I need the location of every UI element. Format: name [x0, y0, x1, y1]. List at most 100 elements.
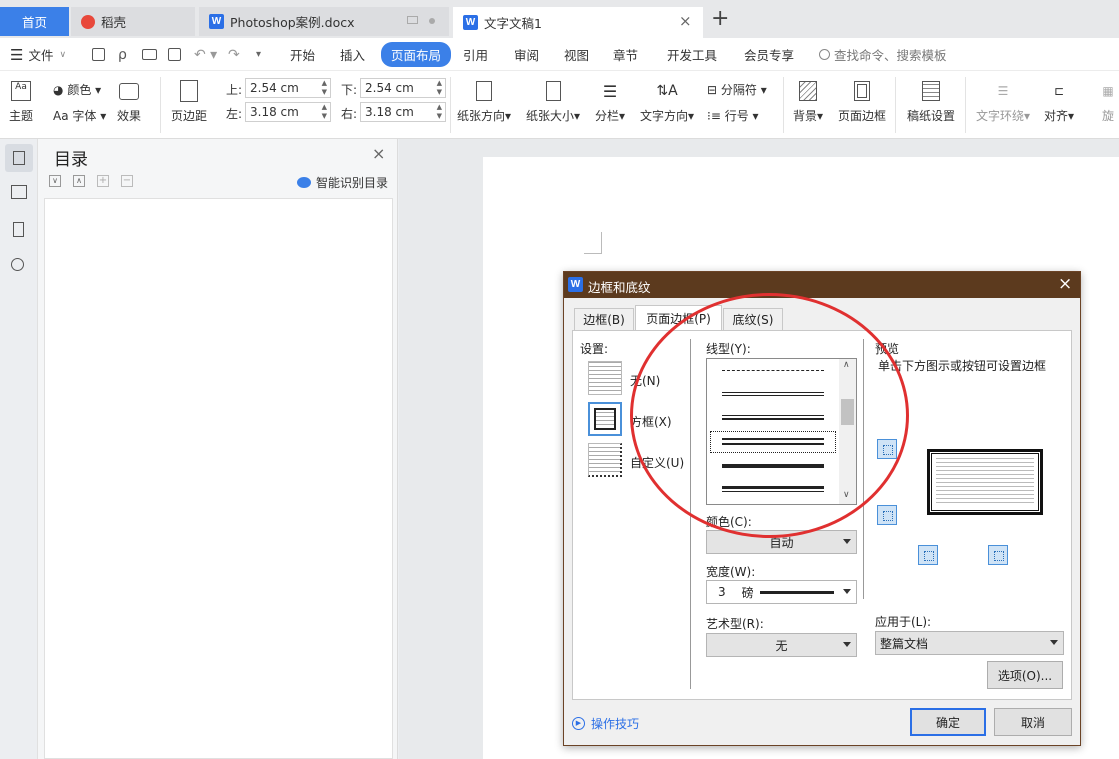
columns-icon: ☰: [602, 81, 618, 101]
print-icon[interactable]: [142, 38, 157, 71]
redo-icon[interactable]: ↷: [228, 38, 240, 71]
bottom-margin-input[interactable]: 2.54 cm ▲ ▼: [360, 78, 446, 98]
close-icon[interactable]: ×: [1058, 274, 1072, 294]
remove-level-icon[interactable]: −: [121, 175, 133, 187]
setting-none-icon[interactable]: [588, 361, 622, 395]
tab-photoshop-doc[interactable]: W Photoshop案例.docx: [199, 7, 449, 36]
width-label: 宽度(W):: [706, 565, 756, 579]
preview-page[interactable]: [927, 449, 1043, 515]
setting-box-icon[interactable]: [588, 402, 622, 436]
menu-item-label: 章节: [613, 48, 639, 63]
tab-doc-active[interactable]: W 文字文稿1 ×: [453, 7, 703, 38]
border-left-button[interactable]: [918, 545, 938, 565]
border-right-button[interactable]: [988, 545, 1008, 565]
page-border-label: 页面边框: [838, 109, 887, 123]
tab-daoke-label: 稻壳: [101, 15, 127, 30]
collapse-icon[interactable]: ∧: [73, 175, 85, 187]
menu-item[interactable]: 开发工具: [667, 38, 717, 71]
dropdown-arrow-icon: [1050, 640, 1058, 645]
theme-button[interactable]: Aa 主题: [9, 79, 33, 124]
spinner-arrows-icon[interactable]: ▲ ▼: [437, 79, 442, 97]
close-icon[interactable]: ×: [679, 12, 692, 30]
file-menu[interactable]: ☰ 文件 ∨: [10, 38, 66, 71]
hamburger-icon: ☰: [10, 45, 24, 64]
tab-doc-active-label: 文字文稿1: [484, 16, 542, 31]
smart-toc-button[interactable]: 智能识别目录: [297, 174, 388, 191]
dialog-titlebar: W 边框和底纹 ×: [564, 272, 1080, 298]
grid-paper-button[interactable]: 稿纸设置: [907, 79, 955, 124]
columns-button[interactable]: ☰ 分栏▾: [595, 79, 625, 124]
menu-item[interactable]: 审阅: [514, 38, 539, 71]
separator-button[interactable]: ⊟ 分隔符 ▾: [707, 81, 767, 98]
menu-item[interactable]: 开始: [290, 38, 315, 71]
undo-icon[interactable]: ↶ ▾: [194, 38, 217, 71]
spinner-arrows-icon[interactable]: ▲ ▼: [322, 79, 327, 97]
apply-select[interactable]: 整篇文档: [875, 631, 1064, 655]
ok-button[interactable]: 确定: [910, 708, 986, 736]
tab-bar: 首页 稻壳 W Photoshop案例.docx W 文字文稿1 × +: [0, 0, 1119, 38]
tab-home[interactable]: 首页: [0, 7, 69, 36]
bookmark-icon[interactable]: [13, 222, 24, 237]
color-button[interactable]: ◕ 颜色 ▾: [53, 81, 101, 98]
background-button[interactable]: 背景▾: [793, 79, 823, 124]
tab-borders[interactable]: 边框(B): [574, 308, 634, 330]
effect-button[interactable]: 效果: [117, 79, 141, 124]
options-button[interactable]: 选项(O)...: [987, 661, 1063, 689]
menu-item-active[interactable]: 页面布局: [381, 38, 452, 71]
columns-label: 分栏: [595, 109, 620, 123]
spinner-arrows-icon[interactable]: ▲ ▼: [322, 103, 327, 121]
cancel-button[interactable]: 取消: [994, 708, 1072, 736]
line-number-label: 行号: [724, 109, 749, 123]
search-label: 查找命令、搜索模板: [834, 48, 947, 63]
border-bottom-button[interactable]: [877, 505, 897, 525]
separator-label: 分隔符: [720, 83, 757, 97]
daoke-icon: [81, 14, 95, 29]
page-border-button[interactable]: 页面边框: [838, 79, 886, 124]
margin-button[interactable]: 页边距: [171, 79, 207, 124]
text-direction-button[interactable]: ⇅A 文字方向▾: [640, 79, 694, 124]
outline-icon[interactable]: [11, 185, 27, 199]
menu-item-label: 页面布局: [381, 42, 452, 67]
line-number-button[interactable]: ⁝≡ 行号 ▾: [707, 107, 759, 124]
search-box[interactable]: 查找命令、搜索模板: [819, 38, 947, 71]
setting-custom-icon[interactable]: [588, 443, 622, 477]
paper-size-button[interactable]: 纸张大小▾: [526, 79, 580, 124]
print-preview-icon[interactable]: [168, 38, 181, 71]
width-select[interactable]: 3 磅: [706, 580, 857, 604]
menu-item[interactable]: 插入: [340, 38, 365, 71]
width-value: 3: [718, 585, 726, 599]
art-select[interactable]: 无: [706, 633, 857, 657]
menu-item-label: 视图: [564, 48, 590, 63]
top-margin-input[interactable]: 2.54 cm ▲ ▼: [245, 78, 331, 98]
left-margin-input[interactable]: 3.18 cm ▲ ▼: [245, 102, 331, 122]
close-icon[interactable]: ×: [372, 144, 385, 163]
tips-link[interactable]: ▶ 操作技巧: [572, 715, 639, 732]
right-margin-input[interactable]: 3.18 cm ▲ ▼: [360, 102, 446, 122]
expand-icon[interactable]: ∨: [49, 175, 61, 187]
search-icon[interactable]: [11, 258, 24, 271]
dialog-title: 边框和底纹: [588, 280, 651, 295]
align-button[interactable]: ⊏ 对齐▾: [1044, 79, 1074, 124]
cancel-label: 取消: [1020, 715, 1045, 730]
text-wrap-label: 文字环绕: [976, 109, 1025, 123]
orientation-button[interactable]: 纸张方向▾: [457, 79, 511, 124]
menu-item[interactable]: 章节: [613, 38, 638, 71]
more-icon[interactable]: ▾: [256, 38, 261, 71]
tab-daoke[interactable]: 稻壳: [71, 7, 195, 36]
format-painter-icon[interactable]: ⍴: [118, 38, 127, 71]
add-level-icon[interactable]: +: [97, 175, 109, 187]
toc-icon[interactable]: [5, 144, 33, 172]
menu-item[interactable]: 会员专享: [744, 38, 794, 71]
orientation-label: 纸张方向: [457, 109, 506, 123]
menu-item[interactable]: 引用: [463, 38, 488, 71]
new-tab-button[interactable]: +: [711, 6, 729, 31]
menu-item[interactable]: 视图: [564, 38, 589, 71]
menu-item-label: 开始: [290, 48, 316, 63]
font-button[interactable]: Aa 字体 ▾: [53, 107, 106, 124]
toc-panel: 目录 × ∨ ∧ + − 智能识别目录: [38, 139, 398, 759]
width-unit: 磅: [741, 585, 754, 600]
spinner-arrows-icon[interactable]: ▲ ▼: [437, 103, 442, 121]
smart-toc-label: 智能识别目录: [316, 176, 389, 190]
save-icon[interactable]: [92, 38, 105, 71]
setting-label: 设置:: [580, 342, 609, 356]
